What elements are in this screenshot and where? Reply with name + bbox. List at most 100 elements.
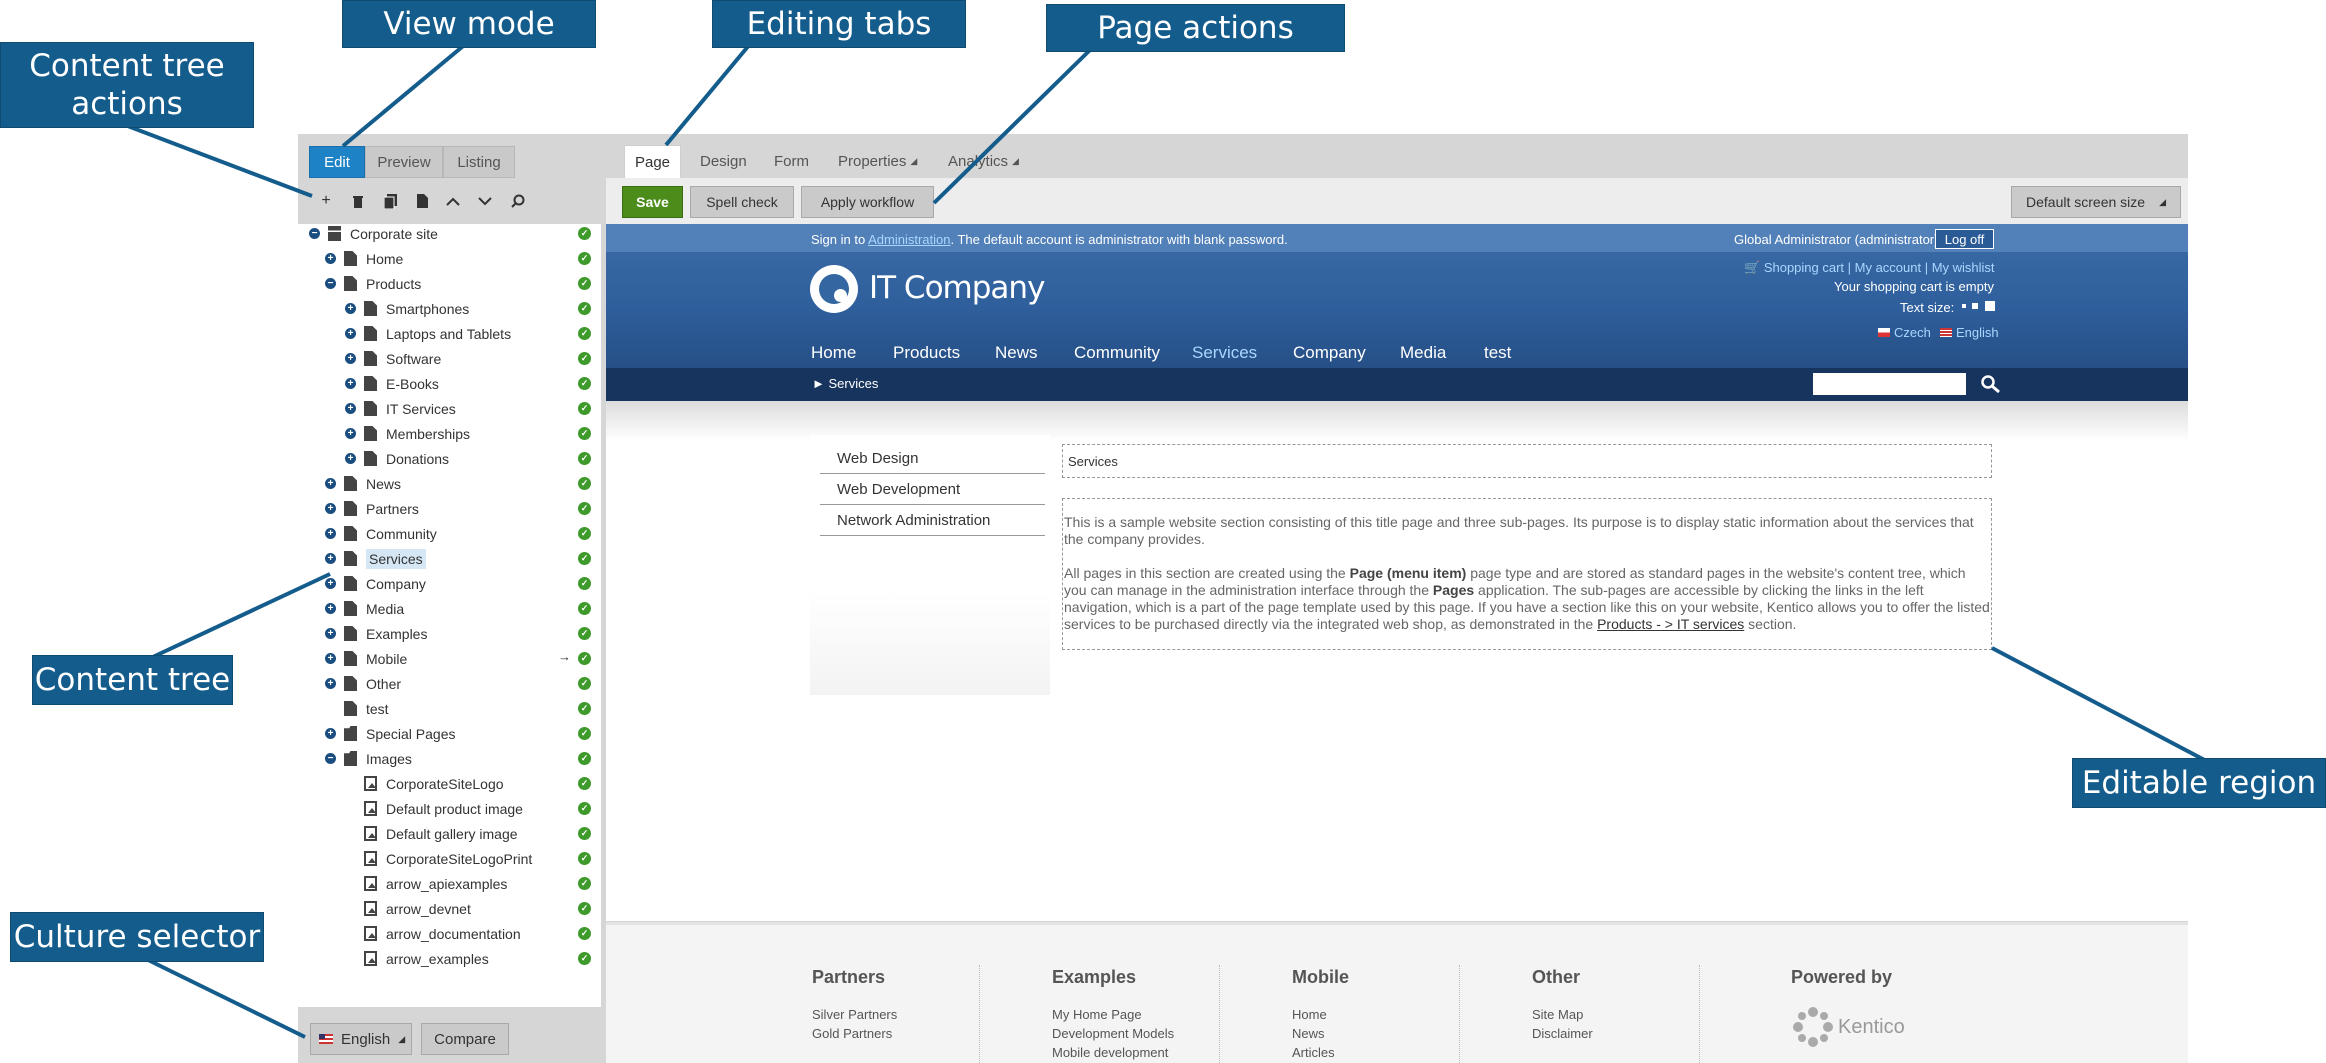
tree-item[interactable]: + Media <box>325 596 404 621</box>
nav-item[interactable]: Products <box>893 343 960 363</box>
tree-item[interactable]: − Images <box>325 746 412 771</box>
expand-icon[interactable]: + <box>345 328 356 339</box>
editable-region-title[interactable]: Services <box>1062 444 1992 478</box>
text-size-large[interactable] <box>1985 301 1995 311</box>
expand-icon[interactable]: + <box>325 728 336 739</box>
tree-item[interactable]: arrow_documentation <box>345 921 521 946</box>
screen-size-selector[interactable]: Default screen size ◢ <box>2011 186 2181 218</box>
save-button[interactable]: Save <box>622 186 683 218</box>
side-link-web-design[interactable]: Web Design <box>820 444 1045 474</box>
collapse-icon[interactable]: − <box>325 753 336 764</box>
tab-design[interactable]: Design <box>700 145 747 178</box>
expand-icon[interactable]: + <box>345 403 356 414</box>
expand-icon[interactable]: + <box>325 553 336 564</box>
collapse-icon[interactable]: − <box>325 278 336 289</box>
lang-czech[interactable]: Czech <box>1878 325 1931 340</box>
tab-properties[interactable]: Properties ◢ <box>838 145 917 178</box>
expand-icon[interactable]: + <box>325 678 336 689</box>
cart-links[interactable]: 🛒 Shopping cart | My account | My wishli… <box>1744 260 1995 276</box>
footer-link[interactable]: Disclaimer <box>1532 1026 1593 1041</box>
footer-link[interactable]: Gold Partners <box>812 1026 892 1041</box>
expand-icon[interactable]: + <box>325 503 336 514</box>
tree-item[interactable]: − Corporate site <box>309 221 438 246</box>
it-services-link[interactable]: Products - > IT services <box>1597 616 1744 632</box>
footer-link[interactable]: Site Map <box>1532 1007 1583 1022</box>
apply-workflow-button[interactable]: Apply workflow <box>801 186 934 218</box>
view-mode-edit[interactable]: Edit <box>309 146 365 178</box>
footer-link[interactable]: My Home Page <box>1052 1007 1142 1022</box>
logoff-button[interactable]: Log off <box>1935 229 1994 249</box>
add-icon[interactable]: + <box>315 189 337 213</box>
tree-item[interactable]: + Services <box>325 546 426 571</box>
expand-icon[interactable]: + <box>345 303 356 314</box>
expand-icon[interactable]: + <box>345 378 356 389</box>
view-mode-preview[interactable]: Preview <box>365 146 443 178</box>
collapse-icon[interactable]: − <box>309 228 320 239</box>
text-size-small[interactable] <box>1962 304 1966 308</box>
tree-item[interactable]: − Products <box>325 271 421 296</box>
tree-item[interactable]: arrow_examples <box>345 946 489 971</box>
delete-icon[interactable] <box>347 189 369 213</box>
tab-form[interactable]: Form <box>774 145 809 178</box>
text-size-medium[interactable] <box>1972 303 1978 309</box>
expand-icon[interactable]: + <box>325 478 336 489</box>
up-icon[interactable] <box>442 189 464 213</box>
nav-item[interactable]: Home <box>811 343 856 363</box>
tree-item[interactable]: Default gallery image <box>345 821 518 846</box>
expand-icon[interactable]: + <box>325 578 336 589</box>
nav-item[interactable]: Company <box>1293 343 1366 363</box>
tree-item[interactable]: + Mobile <box>325 646 407 671</box>
tree-item[interactable]: + Memberships <box>345 421 470 446</box>
nav-item[interactable]: Media <box>1400 343 1446 363</box>
administration-link[interactable]: Administration <box>868 232 950 247</box>
nav-item[interactable]: Community <box>1074 343 1160 363</box>
tree-item[interactable]: + IT Services <box>345 396 456 421</box>
expand-icon[interactable]: + <box>325 603 336 614</box>
expand-icon[interactable]: + <box>325 653 336 664</box>
footer-link[interactable]: Silver Partners <box>812 1007 897 1022</box>
tree-item[interactable]: + Special Pages <box>325 721 456 746</box>
expand-icon[interactable]: + <box>325 528 336 539</box>
tree-item[interactable]: + Examples <box>325 621 427 646</box>
expand-icon[interactable]: + <box>345 453 356 464</box>
culture-selector[interactable]: English ◢ <box>310 1023 412 1055</box>
tree-item[interactable]: + E-Books <box>345 371 439 396</box>
tree-item[interactable]: + Home <box>325 246 403 271</box>
lang-english[interactable]: English <box>1940 325 1999 340</box>
footer-link[interactable]: News <box>1292 1026 1325 1041</box>
expand-icon[interactable]: + <box>345 428 356 439</box>
tree-item[interactable]: Default product image <box>345 796 523 821</box>
expand-icon[interactable]: + <box>345 353 356 364</box>
search-icon[interactable] <box>507 189 529 213</box>
tree-item[interactable]: + Community <box>325 521 437 546</box>
tree-item[interactable]: + Smartphones <box>345 296 469 321</box>
footer-link[interactable]: Articles <box>1292 1045 1335 1060</box>
tree-item[interactable]: + Other <box>325 671 401 696</box>
site-search-input[interactable] <box>1813 373 1966 395</box>
down-icon[interactable] <box>474 189 496 213</box>
copy-icon[interactable] <box>379 189 401 213</box>
nav-item[interactable]: News <box>995 343 1038 363</box>
nav-item[interactable]: test <box>1484 343 1511 363</box>
expand-icon[interactable]: + <box>325 628 336 639</box>
tree-item[interactable]: + Laptops and Tablets <box>345 321 511 346</box>
view-mode-listing[interactable]: Listing <box>443 146 515 178</box>
tree-item[interactable]: + Partners <box>325 496 419 521</box>
side-link-web-development[interactable]: Web Development <box>820 475 1045 505</box>
nav-item[interactable]: Services <box>1192 343 1257 363</box>
tree-item[interactable]: + Company <box>325 571 426 596</box>
expand-icon[interactable]: + <box>325 253 336 264</box>
tree-item[interactable]: arrow_devnet <box>345 896 471 921</box>
spell-check-button[interactable]: Spell check <box>690 186 794 218</box>
move-icon[interactable] <box>411 189 433 213</box>
tree-item[interactable]: test <box>325 696 389 721</box>
tree-item[interactable]: arrow_apiexamples <box>345 871 507 896</box>
tree-item[interactable]: + News <box>325 471 401 496</box>
tab-analytics[interactable]: Analytics ◢ <box>948 145 1019 178</box>
footer-link[interactable]: Development Models <box>1052 1026 1174 1041</box>
side-link-network-administration[interactable]: Network Administration <box>820 506 1045 536</box>
footer-link[interactable]: Home <box>1292 1007 1327 1022</box>
compare-button[interactable]: Compare <box>421 1023 509 1055</box>
tab-page[interactable]: Page <box>624 145 681 178</box>
footer-link[interactable]: Mobile development <box>1052 1045 1168 1060</box>
